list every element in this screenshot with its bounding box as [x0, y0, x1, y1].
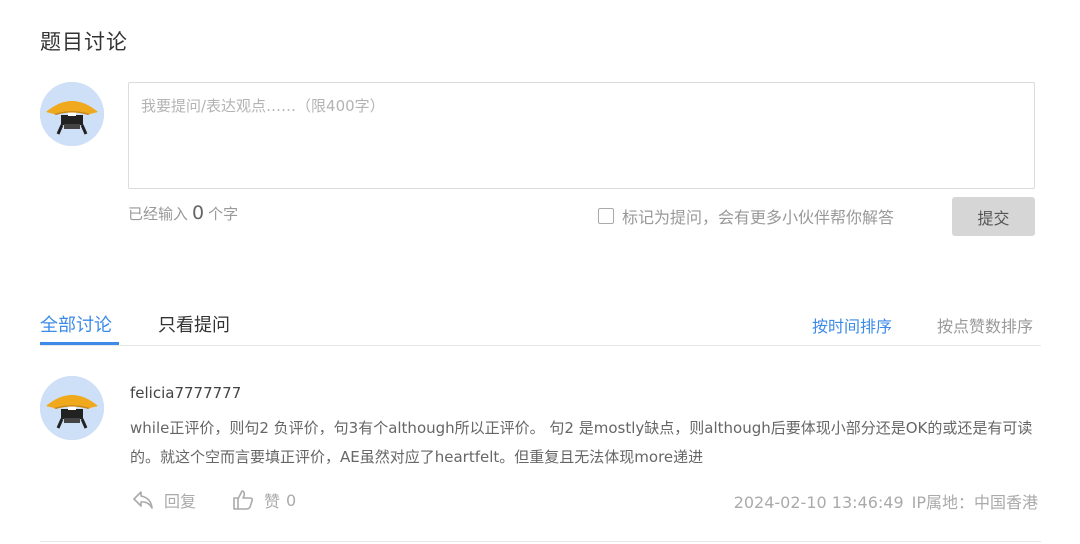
char-count-suffix: 个字 [208, 205, 239, 223]
char-count-prefix: 已经输入 [128, 205, 189, 223]
like-count: 0 [286, 490, 297, 510]
mark-as-question-toggle[interactable]: 标记为提问，会有更多小伙伴帮你解答 [598, 204, 894, 228]
submit-button[interactable]: 提交 [952, 197, 1035, 236]
tabs-divider [40, 345, 1041, 346]
comment-ip-location: IP属地：中国香港 [911, 493, 1038, 512]
tab-all-discussions[interactable]: 全部讨论 [40, 311, 119, 345]
discussion-title: 题目讨论 [40, 30, 128, 54]
comment-meta: 2024-02-10 13:46:49 IP属地：中国香港 [734, 489, 1038, 513]
reply-icon [133, 491, 153, 509]
comment-avatar[interactable] [40, 376, 104, 440]
comment-text: while正评价，则句2 负评价，句3有个although所以正评价。 句2 是… [130, 419, 1033, 466]
sort-by-time-link[interactable]: 按时间排序 [812, 313, 892, 337]
comment-username[interactable]: felicia7777777 [130, 384, 241, 402]
comment-divider [40, 541, 1041, 542]
like-button[interactable]: 赞 0 [232, 488, 296, 512]
char-count: 已经输入 0 个字 [128, 202, 238, 224]
current-user-avatar [40, 82, 104, 146]
thumbs-up-icon [233, 490, 254, 510]
ninja-avatar-icon [40, 376, 104, 440]
tab-questions-only[interactable]: 只看提问 [158, 311, 230, 345]
discussion-input[interactable] [128, 82, 1035, 189]
sort-by-likes-link[interactable]: 按点赞数排序 [937, 313, 1033, 337]
char-count-number: 0 [192, 202, 205, 224]
reply-label: 回复 [164, 492, 197, 511]
reply-button[interactable]: 回复 [132, 488, 196, 512]
comment-timestamp: 2024-02-10 13:46:49 [733, 493, 904, 512]
like-label: 赞 [264, 492, 281, 511]
ninja-avatar-icon [40, 82, 104, 146]
mark-as-question-label: 标记为提问，会有更多小伙伴帮你解答 [622, 208, 895, 227]
mark-as-question-checkbox[interactable] [598, 208, 614, 224]
